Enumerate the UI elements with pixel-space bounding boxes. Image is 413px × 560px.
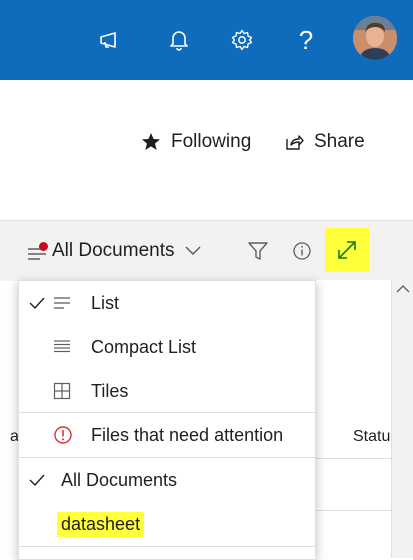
menu-item-label: Compact List: [91, 336, 197, 357]
menu-item-view-datasheet[interactable]: datasheet: [19, 502, 315, 546]
tiles-icon: [53, 382, 71, 400]
expand-icon: [335, 238, 359, 262]
share-icon: [284, 132, 304, 152]
menu-item-label: All Documents: [61, 469, 178, 490]
menu-item-label: Files that need attention: [91, 424, 284, 445]
view-switcher-button[interactable]: All Documents: [26, 221, 201, 281]
list-icon: [53, 295, 71, 311]
following-label: Following: [171, 131, 252, 152]
chevron-down-icon: [184, 246, 201, 256]
alert-icon: [53, 425, 73, 445]
help-glyph: ?: [298, 24, 314, 55]
vertical-scrollbar[interactable]: [391, 280, 413, 558]
share-label: Share: [314, 131, 365, 152]
checkmark-icon: [29, 296, 45, 310]
gear-icon[interactable]: [226, 24, 258, 56]
filter-icon: [247, 240, 269, 262]
star-icon: [141, 132, 161, 152]
scroll-up-icon[interactable]: [396, 284, 410, 294]
view-options-icon: [26, 240, 48, 262]
menu-item-list[interactable]: List: [19, 281, 315, 325]
menu-item-tiles[interactable]: Tiles: [19, 369, 315, 413]
filter-button[interactable]: [247, 240, 269, 262]
question-icon[interactable]: ?: [290, 24, 322, 56]
notification-dot: [39, 242, 48, 251]
menu-item-label: Tiles: [91, 380, 129, 401]
view-options-menu: List Compact List Tiles Files that need …: [18, 280, 316, 560]
suite-header: ?: [0, 0, 413, 80]
menu-item-compact-list[interactable]: Compact List: [19, 325, 315, 369]
compact-list-icon: [53, 339, 71, 355]
follow-button[interactable]: Following: [141, 126, 251, 158]
megaphone-icon[interactable]: [94, 24, 126, 56]
info-icon: [292, 241, 312, 261]
status-column-header[interactable]: Statu: [353, 428, 390, 446]
avatar[interactable]: [353, 16, 397, 60]
list-row-divider: [313, 510, 391, 511]
menu-item-view-all-documents[interactable]: All Documents: [19, 458, 315, 502]
menu-item-label: datasheet: [57, 511, 145, 537]
current-view-label: All Documents: [52, 240, 175, 261]
menu-divider: [19, 546, 315, 547]
menu-item-files-need-attention[interactable]: Files that need attention: [19, 413, 315, 457]
bell-icon[interactable]: [163, 24, 195, 56]
info-button[interactable]: [292, 241, 312, 261]
share-button[interactable]: Share: [284, 126, 365, 158]
menu-item-label: List: [91, 292, 120, 313]
expand-button[interactable]: [325, 228, 369, 272]
checkmark-icon: [29, 473, 45, 487]
